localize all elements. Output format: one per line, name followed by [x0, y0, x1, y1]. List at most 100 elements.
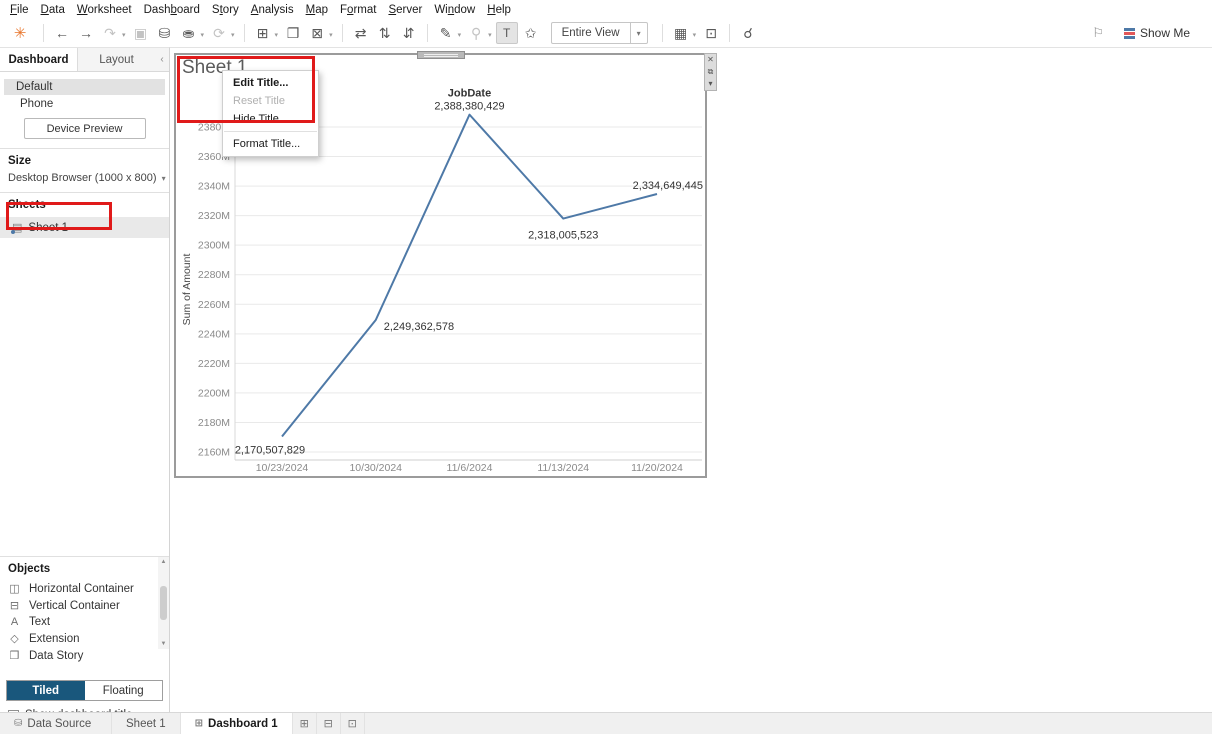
menu-map[interactable]: Map	[300, 2, 334, 18]
highlight-dropdown-icon[interactable]: ▾	[458, 31, 462, 39]
svg-text:11/13/2024: 11/13/2024	[537, 462, 589, 474]
menu-window[interactable]: Window	[428, 2, 481, 18]
show-me-icon	[1124, 28, 1135, 39]
device-preview-button[interactable]: Device Preview	[24, 118, 146, 139]
device-phone-item[interactable]: Phone	[0, 95, 169, 113]
object-item-label: Vertical Container	[29, 600, 120, 612]
svg-text:10/30/2024: 10/30/2024	[349, 462, 402, 474]
undo-dropdown-icon[interactable]: ▾	[122, 31, 126, 39]
menu-story[interactable]: Story	[206, 2, 245, 18]
menu-item-hide-title[interactable]: Hide Title	[223, 110, 318, 128]
svg-text:Sum of Amount: Sum of Amount	[181, 254, 193, 326]
menu-item-reset-title: Reset Title	[223, 92, 318, 110]
objects-list: ◫Horizontal Container ⊟ Vertical Container…	[8, 580, 167, 672]
back-icon[interactable]: ←	[51, 22, 73, 44]
new-worksheet-icon[interactable]: ⊞	[252, 22, 274, 44]
text-icon: A	[8, 616, 21, 628]
pause-auto-updates-dropdown-icon[interactable]: ▾	[201, 31, 205, 39]
sort-ascending-icon[interactable]: ⇅	[374, 22, 396, 44]
undo-icon[interactable]: ↷	[99, 22, 121, 44]
tab-sheet-1[interactable]: Sheet 1	[112, 713, 181, 734]
show-mark-labels-icon[interactable]: T	[496, 22, 518, 44]
new-dashboard-button[interactable]: ⊟	[317, 713, 341, 734]
clear-sheet-dropdown-icon[interactable]: ▾	[329, 31, 333, 39]
tableau-logo-icon: ✳	[9, 22, 31, 44]
sort-descending-icon[interactable]: ⇵	[398, 22, 420, 44]
object-item-label: Text	[29, 616, 50, 628]
svg-text:2280M: 2280M	[198, 269, 230, 281]
menu-item-edit-title[interactable]: Edit Title...	[223, 74, 318, 92]
show-hide-cards-icon[interactable]: ▦	[670, 22, 692, 44]
remove-zone-icon[interactable]: ✕	[707, 54, 714, 66]
fit-mode-dropdown[interactable]: Entire View▾	[551, 22, 648, 44]
object-item-text[interactable]: A Text	[8, 614, 167, 630]
scroll-up-icon[interactable]: ▲	[161, 559, 167, 565]
object-item-vertical-container[interactable]: ⊟ Vertical Container	[8, 597, 167, 614]
show-hide-cards-dropdown-icon[interactable]: ▾	[693, 31, 697, 39]
sheet-list-item[interactable]: ▤ Sheet 1	[0, 217, 169, 238]
object-item-label: Extension	[29, 633, 80, 645]
highlight-icon[interactable]: ✎	[435, 22, 457, 44]
go-to-sheet-icon[interactable]: ⧉	[708, 66, 714, 78]
refresh-dropdown-icon[interactable]: ▾	[231, 31, 235, 39]
tooltip-icon[interactable]: ⚐	[1092, 25, 1104, 41]
pause-auto-updates-icon[interactable]: ⛂	[178, 22, 200, 44]
menu-analysis[interactable]: Analysis	[245, 2, 300, 18]
menu-server[interactable]: Server	[382, 2, 428, 18]
menu-file[interactable]: File	[4, 2, 35, 18]
refresh-icon[interactable]: ⟳	[208, 22, 230, 44]
object-item-extension[interactable]: ◇Extension	[8, 630, 167, 647]
zone-menu-icon[interactable]: ▾	[708, 78, 712, 90]
menu-format[interactable]: Format	[334, 2, 382, 18]
new-story-button[interactable]: ⊡	[341, 713, 365, 734]
presentation-mode-icon[interactable]: ⊡	[700, 22, 722, 44]
svg-text:2240M: 2240M	[198, 328, 230, 340]
new-data-source-icon[interactable]: ⛁	[154, 22, 176, 44]
svg-text:2340M: 2340M	[198, 181, 230, 193]
scrollbar-thumb[interactable]	[160, 586, 167, 620]
object-item-data-story[interactable]: ❒Data Story	[8, 647, 167, 664]
chevron-down-icon: ▾	[162, 174, 166, 183]
device-default-item[interactable]: Default	[4, 79, 165, 95]
menu-dashboard[interactable]: Dashboard	[138, 2, 206, 18]
tab-data-source[interactable]: ⛁ Data Source	[0, 713, 112, 734]
swap-rows-columns-icon[interactable]: ⇄	[350, 22, 372, 44]
clear-sheet-icon[interactable]: ⊠	[306, 22, 328, 44]
tab-dashboard-1[interactable]: ⊞ Dashboard 1	[181, 713, 293, 734]
fix-axes-icon[interactable]: ✩	[520, 22, 542, 44]
data-source-icon: ⛁	[14, 718, 22, 729]
sheet-zone[interactable]: 2160M2180M2200M2220M2240M2260M2280M2300M…	[174, 53, 707, 478]
share-icon[interactable]: ☌	[737, 22, 759, 44]
tiled-button[interactable]: Tiled	[7, 681, 85, 700]
chevron-down-icon[interactable]: ▾	[630, 23, 647, 43]
svg-text:2,170,507,829: 2,170,507,829	[235, 444, 305, 456]
objects-scrollbar[interactable]: ▲ ▼	[158, 557, 169, 649]
duplicate-sheet-icon[interactable]: ❐	[282, 22, 304, 44]
objects-heading: Objects	[0, 557, 169, 578]
show-me-button[interactable]: Show Me	[1124, 26, 1190, 40]
scroll-down-icon[interactable]: ▼	[161, 641, 167, 647]
svg-text:11/20/2024: 11/20/2024	[631, 462, 683, 474]
object-item-horizontal-container[interactable]: ◫Horizontal Container	[8, 580, 167, 597]
horizontal-container-icon: ◫	[8, 582, 21, 595]
vertical-container-icon: ⊟	[8, 599, 21, 612]
floating-button[interactable]: Floating	[85, 681, 163, 700]
new-worksheet-dropdown-icon[interactable]: ▾	[275, 31, 279, 39]
menu-worksheet[interactable]: Worksheet	[71, 2, 138, 18]
dashboard-pane: Dashboard Layout ‹ Default Phone Device …	[0, 47, 170, 712]
size-dropdown[interactable]: Desktop Browser (1000 x 800) ▾	[0, 170, 169, 192]
new-worksheet-button[interactable]: ⊞	[293, 713, 317, 734]
collapse-pane-icon[interactable]: ‹	[155, 48, 169, 71]
menu-item-format-title[interactable]: Format Title...	[223, 135, 318, 153]
group-members-dropdown-icon[interactable]: ▾	[488, 31, 492, 39]
tab-dashboard[interactable]: Dashboard	[0, 48, 77, 71]
sheet-list-item-label: Sheet 1	[28, 222, 68, 234]
forward-icon[interactable]: →	[75, 22, 97, 44]
tab-layout[interactable]: Layout	[77, 48, 155, 71]
menu-help[interactable]: Help	[481, 2, 517, 18]
svg-text:2,249,362,578: 2,249,362,578	[384, 321, 454, 333]
save-icon[interactable]: ▣	[130, 22, 152, 44]
menu-data[interactable]: Data	[35, 2, 71, 18]
group-members-icon[interactable]: ⚲	[465, 22, 487, 44]
zone-move-handle[interactable]	[417, 51, 465, 59]
